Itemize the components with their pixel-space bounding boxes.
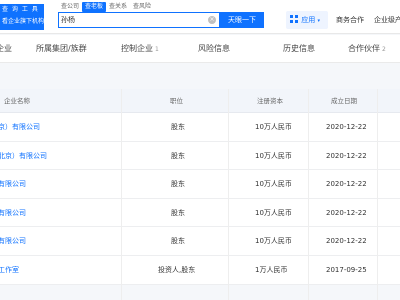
table-row: 有限公司 股东 10万人民币 2020-12-22	[0, 198, 400, 228]
grid-icon	[290, 15, 298, 23]
category-label: 所属集团/族群	[36, 44, 87, 53]
capital-cell: 10万人民币	[255, 208, 292, 217]
category-label: 合作伙伴	[348, 44, 380, 53]
search-button[interactable]: 天眼一下	[220, 12, 264, 28]
position-cell: 股东	[171, 180, 185, 189]
nav-business[interactable]: 商务合作	[336, 11, 364, 29]
position-cell: 股东	[171, 123, 185, 131]
position-cell: 股东	[171, 151, 185, 160]
capital-cell: 1万人民币	[255, 265, 288, 274]
capital-cell: 10万人民币	[255, 123, 292, 131]
table-row: 京）有限公司 股东 10万人民币 2020-12-22	[0, 113, 400, 142]
tab-company[interactable]: 查公司	[58, 2, 82, 12]
table-row: 有限公司 股东 10万人民币 2020-12-22	[0, 227, 400, 256]
column-company-name: 企业名称	[4, 97, 30, 105]
company-name-link[interactable]: 有限公司	[0, 199, 26, 227]
column-divider	[121, 89, 122, 300]
company-name-link[interactable]: 有限公司	[0, 227, 26, 255]
search-box: ×	[58, 12, 220, 28]
search-tabs: 查公司 查老板 查关系 查风险	[58, 2, 154, 12]
category-label: 控制企业	[121, 44, 153, 53]
app-menu-button[interactable]: 应用 ▾	[286, 11, 328, 29]
category-history[interactable]: 历史信息	[283, 35, 315, 63]
date-cell: 2020-12-22	[326, 180, 367, 189]
category-group[interactable]: 所属集团/族群	[36, 35, 87, 63]
tab-boss[interactable]: 查老板	[82, 2, 107, 12]
company-name-link[interactable]: 有限公司	[0, 170, 26, 198]
app-menu-label: 应用	[301, 16, 316, 24]
column-divider	[308, 89, 309, 300]
category-count: 1	[155, 46, 159, 53]
company-table: 企业名称 职位 注册资本 成立日期 京）有限公司 股东 10万人民币 2020-…	[0, 89, 400, 285]
category-label: 企业	[0, 44, 12, 53]
column-position: 职位	[170, 97, 183, 105]
column-date: 成立日期	[331, 97, 357, 105]
position-cell: 股东	[171, 208, 185, 217]
capital-cell: 10万人民币	[255, 151, 292, 160]
date-cell: 2020-12-22	[326, 123, 367, 131]
category-label: 风险信息	[198, 44, 230, 53]
date-cell: 2020-12-22	[326, 151, 367, 160]
date-cell: 2017-09-25	[326, 265, 367, 274]
column-divider	[377, 89, 378, 300]
company-name-link[interactable]: 北京）有限公司	[0, 142, 47, 170]
company-name-link[interactable]: 京）有限公司	[0, 113, 40, 141]
position-cell: 投资人,股东	[158, 265, 196, 274]
capital-cell: 10万人民币	[255, 237, 292, 246]
category-label: 历史信息	[283, 44, 315, 53]
tab-relation[interactable]: 查关系	[106, 2, 130, 12]
category-bar: 企业 所属集团/族群 控制企业1 风险信息 历史信息 合作伙伴2	[0, 35, 400, 63]
search-input[interactable]	[61, 14, 201, 26]
logo-line-1: 查 询 工 具	[2, 6, 39, 13]
category-enterprise[interactable]: 企业	[0, 35, 12, 63]
category-count: 2	[382, 46, 386, 53]
date-cell: 2020-12-22	[326, 208, 367, 217]
category-partner[interactable]: 合作伙伴 2	[348, 35, 386, 63]
nav-enterprise[interactable]: 企业级产	[374, 11, 400, 29]
logo-line-2: 看企业旗下机构	[2, 18, 44, 25]
category-controlled[interactable]: 控制企业 1	[121, 35, 159, 63]
table-row: 北京）有限公司 股东 10万人民币 2020-12-22	[0, 141, 400, 171]
table-row: 有限公司 股东 10万人民币 2020-12-22	[0, 170, 400, 199]
table-header: 企业名称 职位 注册资本 成立日期	[0, 89, 400, 113]
chevron-down-icon: ▾	[317, 18, 320, 24]
company-name-link[interactable]: 工作室	[0, 256, 19, 284]
column-divider	[228, 89, 229, 300]
page: 查 询 工 具 看企业旗下机构 查公司 查老板 查关系 查风险 × 天眼一下 应…	[0, 0, 400, 300]
capital-cell: 10万人民币	[255, 180, 292, 189]
table-row: 工作室 投资人,股东 1万人民币 2017-09-25	[0, 255, 400, 285]
column-capital: 注册资本	[257, 97, 283, 105]
category-risk[interactable]: 风险信息	[198, 35, 230, 63]
tab-risk[interactable]: 查风险	[130, 2, 154, 12]
clear-icon[interactable]: ×	[208, 16, 216, 24]
date-cell: 2020-12-22	[326, 237, 367, 246]
top-header: 查 询 工 具 看企业旗下机构 查公司 查老板 查关系 查风险 × 天眼一下 应…	[0, 0, 400, 34]
position-cell: 股东	[171, 237, 185, 246]
logo[interactable]: 查 询 工 具 看企业旗下机构	[0, 4, 44, 30]
